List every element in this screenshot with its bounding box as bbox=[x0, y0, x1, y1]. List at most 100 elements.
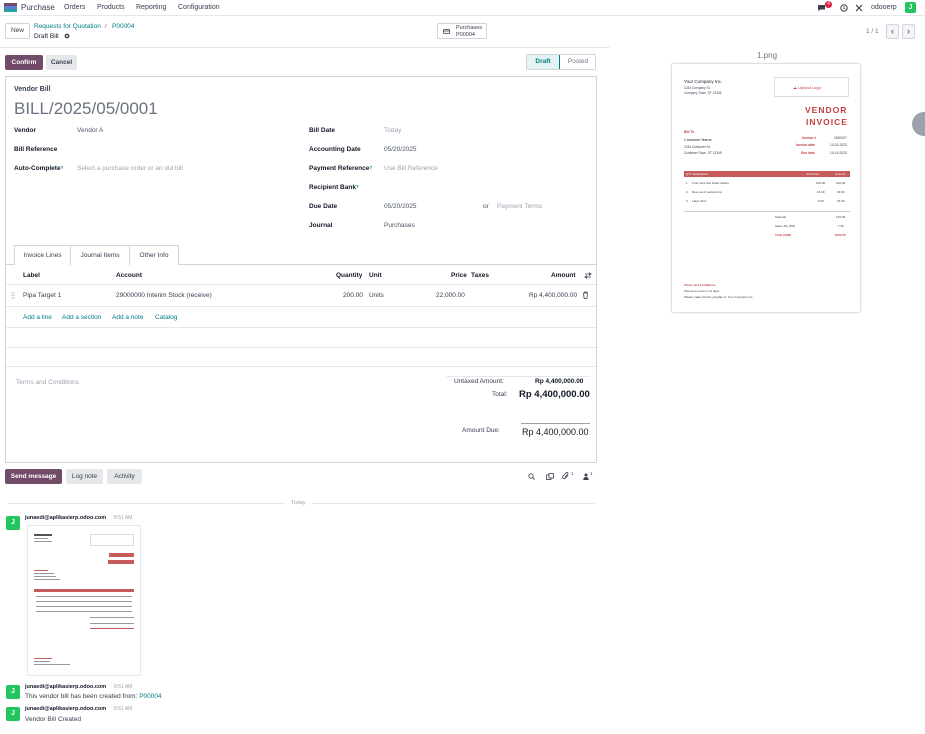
col-unit[interactable]: Unit bbox=[369, 272, 382, 279]
line-unit[interactable]: Units bbox=[369, 292, 384, 299]
accounting-date-field[interactable]: 05/20/2025 bbox=[384, 146, 417, 153]
thumb-text-line bbox=[34, 534, 52, 536]
purchases-smart-button[interactable]: Purchases P00004 bbox=[437, 23, 487, 39]
line-quantity[interactable]: 200.00 bbox=[343, 292, 363, 299]
terms-conditions-input[interactable]: Terms and Conditions bbox=[16, 379, 79, 386]
author-avatar[interactable]: J bbox=[6, 707, 20, 721]
due-date-field[interactable]: 05/20/2025 bbox=[384, 203, 417, 210]
menu-orders[interactable]: Orders bbox=[64, 4, 85, 11]
breadcrumb-current[interactable]: P00004 bbox=[112, 23, 134, 30]
bill-date-label: Bill Date bbox=[309, 127, 336, 134]
payment-reference-input[interactable]: Use Bill Reference bbox=[384, 165, 438, 172]
col-quantity[interactable]: Quantity bbox=[336, 272, 362, 279]
preview-item-price: 15.00 bbox=[817, 190, 825, 194]
thumb-text-line bbox=[34, 664, 70, 665]
message-author[interactable]: junaedi@aplikasierp.odoo.com bbox=[25, 515, 106, 521]
new-button[interactable]: New bbox=[5, 23, 30, 39]
paperclip-icon[interactable] bbox=[562, 472, 570, 480]
untaxed-amount-value: Rp 4,400,000.00 bbox=[535, 378, 584, 385]
preview-cust-addr2: Customer Town, ST 12345 bbox=[684, 151, 722, 155]
preview-cust-addr1: 1234 Customer St, bbox=[684, 145, 711, 149]
search-icon[interactable] bbox=[528, 473, 535, 480]
tab-invoice-lines[interactable]: Invoice Lines bbox=[14, 245, 71, 266]
pager-previous-button[interactable]: ‹ bbox=[886, 24, 899, 39]
tab-journal-items[interactable]: Journal Items bbox=[71, 245, 130, 265]
form-sheet bbox=[5, 76, 597, 463]
app-brand[interactable]: Purchase bbox=[21, 3, 55, 12]
add-line-link[interactable]: Add a line bbox=[23, 314, 52, 321]
preview-due-date: 10-16-2023 bbox=[830, 151, 847, 155]
invoice-preview: Your Company Inc. 1234 Company St, Compa… bbox=[672, 64, 860, 312]
bill-date-input[interactable]: Today bbox=[384, 127, 401, 134]
due-date-label: Due Date bbox=[309, 203, 338, 210]
thumb-text-line bbox=[34, 538, 48, 539]
expand-icon[interactable] bbox=[546, 473, 554, 480]
preview-item-qty: 1 bbox=[686, 181, 688, 185]
line-price[interactable]: 22,000.00 bbox=[436, 292, 465, 299]
source-document-link[interactable]: P00004 bbox=[139, 693, 161, 700]
drag-handle-icon[interactable] bbox=[11, 292, 15, 299]
col-label[interactable]: Label bbox=[23, 272, 40, 279]
clock-icon[interactable] bbox=[840, 4, 848, 12]
company-name[interactable]: odooerp bbox=[871, 4, 897, 11]
menu-reporting[interactable]: Reporting bbox=[136, 4, 166, 11]
activity-button[interactable]: Activity bbox=[107, 469, 142, 484]
preview-side-handle[interactable] bbox=[912, 112, 925, 136]
attachment-thumbnail[interactable] bbox=[27, 525, 141, 676]
top-navbar: Purchase Orders Products Reporting Confi… bbox=[0, 0, 925, 16]
preview-item-desc: New set of pedal arms bbox=[692, 190, 722, 194]
trash-icon[interactable] bbox=[582, 291, 589, 299]
thumb-text-line bbox=[34, 541, 52, 542]
bill-reference-label: Bill Reference bbox=[14, 146, 58, 153]
message-author[interactable]: junaedi@aplikasierp.odoo.com bbox=[25, 706, 106, 712]
catalog-link[interactable]: Catalog bbox=[155, 314, 177, 321]
status-posted[interactable]: Posted bbox=[560, 55, 596, 69]
payment-terms-input[interactable]: Payment Terms bbox=[497, 203, 542, 210]
pager-value[interactable]: 1 / 1 bbox=[866, 28, 879, 35]
pager-next-button[interactable]: › bbox=[902, 24, 915, 39]
status-draft[interactable]: Draft bbox=[527, 55, 560, 69]
add-section-link[interactable]: Add a section bbox=[62, 314, 101, 321]
menu-configuration[interactable]: Configuration bbox=[178, 4, 220, 11]
bill-number[interactable]: BILL/2025/05/0001 bbox=[14, 99, 158, 119]
menu-products[interactable]: Products bbox=[97, 4, 125, 11]
col-amount[interactable]: Amount bbox=[551, 272, 576, 279]
col-account[interactable]: Account bbox=[116, 272, 142, 279]
confirm-button[interactable]: Confirm bbox=[5, 55, 43, 70]
preview-item-qty: 2 bbox=[686, 190, 688, 194]
upload-logo-box: ☁ Upload Logo bbox=[774, 77, 849, 97]
send-message-button[interactable]: Send message bbox=[5, 469, 62, 484]
vendor-field[interactable]: Vendor A bbox=[77, 127, 103, 134]
tab-other-info[interactable]: Other Info bbox=[130, 245, 179, 265]
tools-icon[interactable] bbox=[855, 4, 863, 12]
message-body: Vendor Bill Created bbox=[25, 716, 82, 723]
thumb-text-line bbox=[90, 628, 134, 629]
apps-menu-icon[interactable] bbox=[4, 3, 17, 12]
log-note-button[interactable]: Log note bbox=[66, 469, 103, 484]
col-price[interactable]: Price bbox=[451, 272, 467, 279]
author-avatar[interactable]: J bbox=[6, 685, 20, 699]
preview-item-amount: 30.00 bbox=[837, 190, 845, 194]
status-bar: Draft Posted bbox=[526, 54, 596, 70]
breadcrumb-separator: / bbox=[105, 23, 107, 30]
line-account[interactable]: 29000000 Interim Stock (receive) bbox=[116, 292, 212, 299]
credit-card-icon bbox=[443, 29, 450, 34]
followers-icon[interactable] bbox=[583, 473, 589, 480]
optional-columns-icon[interactable] bbox=[584, 272, 592, 279]
author-avatar[interactable]: J bbox=[6, 516, 20, 530]
line-label[interactable]: Pipa Target 1 bbox=[23, 292, 61, 299]
add-note-link[interactable]: Add a note bbox=[112, 314, 143, 321]
recipient-bank-input[interactable] bbox=[384, 182, 584, 192]
col-taxes[interactable]: Taxes bbox=[471, 272, 489, 279]
payment-reference-label: Payment Reference? bbox=[309, 165, 373, 172]
cancel-button[interactable]: Cancel bbox=[46, 55, 77, 70]
bill-reference-input[interactable] bbox=[77, 144, 277, 154]
gear-icon[interactable] bbox=[64, 33, 70, 39]
preview-item-amount: 15.00 bbox=[837, 199, 845, 203]
preview-item-desc: Front and rear brake cables bbox=[692, 181, 729, 185]
auto-complete-input[interactable]: Select a purchase order or an old bill bbox=[77, 165, 183, 172]
message-author[interactable]: junaedi@aplikasierp.odoo.com bbox=[25, 684, 106, 690]
breadcrumb-parent[interactable]: Requests for Quotation bbox=[34, 23, 101, 30]
user-avatar[interactable]: J bbox=[905, 2, 916, 13]
journal-field[interactable]: Purchases bbox=[384, 222, 415, 229]
